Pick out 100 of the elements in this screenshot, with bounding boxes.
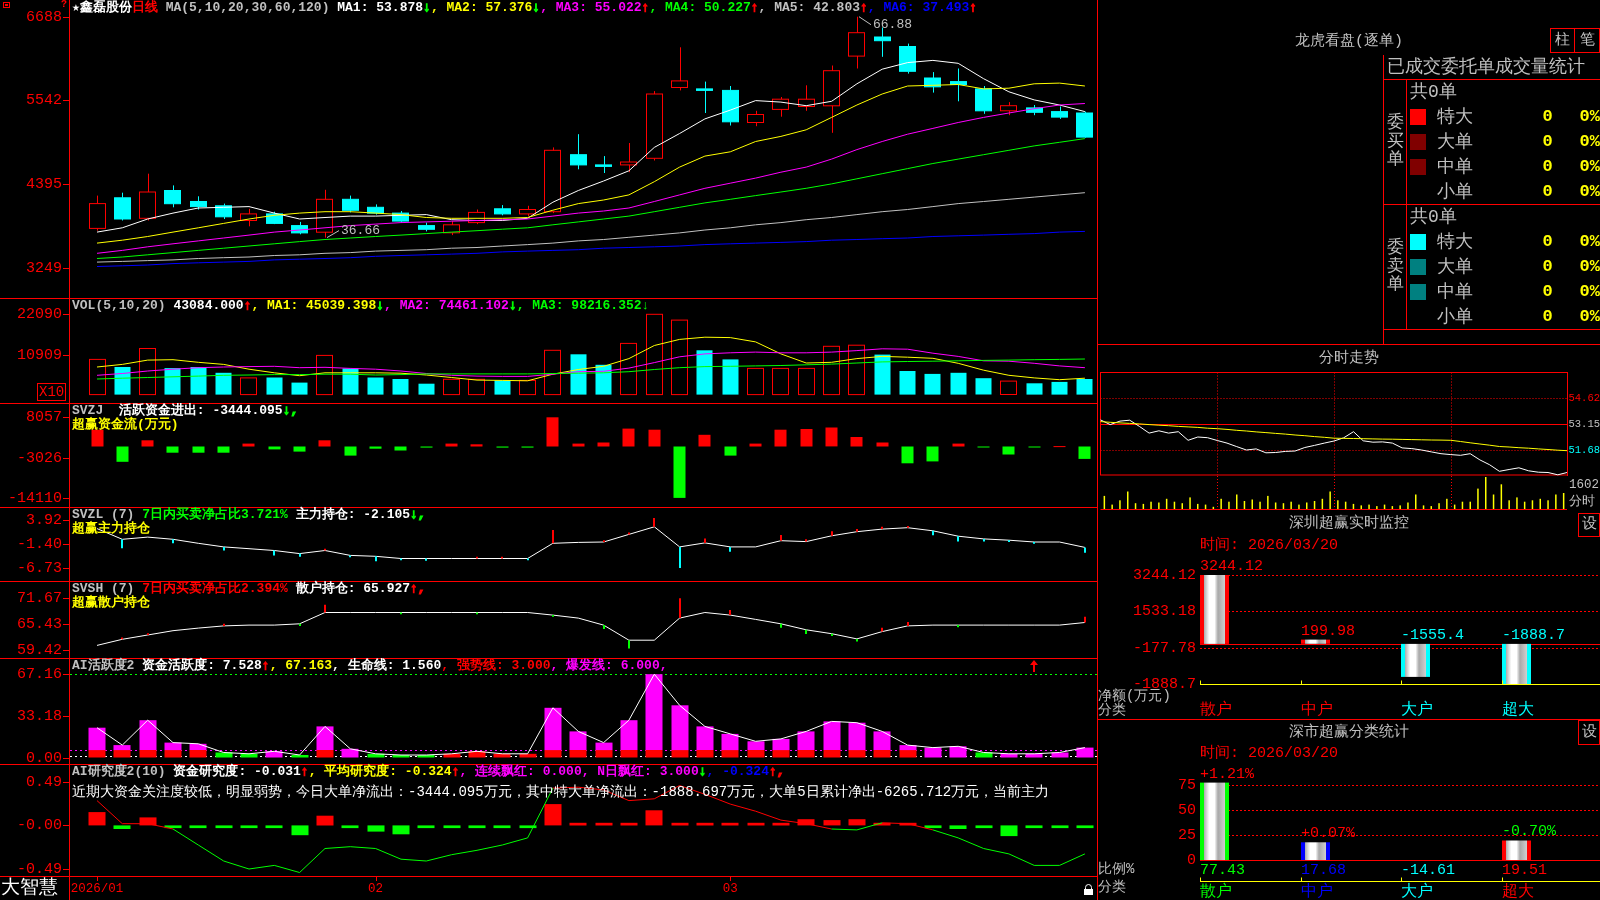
research-bar: [696, 822, 714, 826]
table-title: 已成交委托单成交量统计: [1386, 56, 1585, 78]
activity-bar: [1025, 753, 1043, 758]
change-tick: [831, 530, 833, 537]
square-icon[interactable]: [3, 2, 10, 8]
activity-bar: [367, 753, 385, 758]
candlestick: [975, 85, 992, 115]
category-label: 散户: [1200, 701, 1232, 719]
axis-label: 0: [1187, 852, 1196, 870]
order-total: 共0单: [1409, 206, 1457, 228]
fund-flow-bar: [597, 442, 610, 447]
axis-label: 54.62: [1568, 392, 1600, 405]
settings-button[interactable]: 设: [1578, 720, 1600, 745]
change-tick: [653, 516, 655, 528]
fund-flow-bar: [166, 446, 179, 453]
research-bar: [240, 825, 258, 829]
axis-label: 3.92: [26, 512, 62, 530]
fund-flow-bar: [116, 446, 129, 462]
chart-subtitle: 时间: 2026/03/20: [1200, 745, 1339, 762]
axis-label: 59.42: [17, 642, 62, 659]
candlestick: [570, 133, 587, 170]
research-bar: [139, 817, 157, 826]
change-tick: [273, 549, 275, 557]
change-tick: [628, 531, 630, 536]
change-tick: [501, 555, 503, 560]
research-bar: [747, 822, 765, 826]
change-tick: [957, 535, 959, 543]
research-bar: [873, 822, 891, 826]
order-share: 0%: [1579, 131, 1600, 152]
volume-bar: [1000, 380, 1017, 395]
volume-bar: [468, 378, 485, 396]
activity-bar: [164, 742, 182, 751]
research-bar: [88, 812, 106, 826]
research-bar: [1051, 825, 1069, 829]
fund-flow-bar: [749, 443, 762, 447]
candlestick: [443, 220, 460, 236]
volume-bar: [747, 367, 764, 396]
axis-title: 比例%: [1098, 860, 1135, 877]
volume-bar: [89, 358, 106, 396]
settings-button[interactable]: 设: [1578, 513, 1600, 537]
fund-flow-bar: [724, 446, 737, 456]
axis-label: -14110: [8, 490, 62, 508]
activity-bar: [975, 752, 993, 758]
leader-line: [858, 16, 872, 26]
candlestick: [215, 203, 232, 220]
research-bar: [924, 825, 942, 829]
order-share: 0%: [1579, 106, 1600, 127]
view-toggle-button[interactable]: 柱: [1550, 28, 1575, 53]
brand-label: 大智慧: [1, 878, 58, 899]
volume-bar: [443, 378, 460, 396]
candlestick: [240, 208, 257, 227]
change-tick: [400, 557, 402, 562]
axis-label: 33.18: [17, 708, 62, 726]
volume-bar: [696, 350, 713, 395]
volume-bar: [722, 359, 739, 395]
leader-line: [326, 230, 340, 239]
order-count: 0: [1542, 131, 1553, 152]
candlestick: [798, 84, 815, 112]
change-tick: [299, 622, 301, 627]
change-tick: [881, 626, 883, 633]
value-label: -14.61: [1401, 861, 1455, 879]
change-tick: [172, 538, 174, 545]
candlestick: [494, 204, 511, 216]
axis-title: 分类: [1098, 878, 1126, 895]
order-share: 0%: [1579, 231, 1600, 252]
order-count: 0: [1542, 231, 1553, 252]
axis-label: 3244.12: [1133, 567, 1196, 585]
fund-flow-bar: [901, 446, 914, 464]
change-tick: [805, 538, 807, 543]
value-label: 199.98: [1301, 622, 1355, 640]
activity-bar: [747, 741, 765, 750]
category-label: 大户: [1401, 883, 1433, 900]
activity-bar: [924, 747, 942, 758]
research-bar: [468, 825, 486, 829]
volume-bar: [798, 367, 815, 396]
axis-label: -177.78: [1133, 640, 1196, 658]
candlestick: [646, 90, 663, 161]
value-label: 17.68: [1301, 861, 1346, 879]
research-bar: [569, 822, 587, 826]
category-label: 超大: [1502, 701, 1534, 719]
lock-icon[interactable]: [1084, 884, 1093, 895]
candlestick: [392, 210, 409, 224]
fund-flow-bar: [445, 443, 458, 447]
volume-bar: [215, 372, 232, 395]
candlestick: [620, 142, 637, 173]
research-bar: [291, 825, 309, 836]
change-tick: [907, 621, 909, 627]
change-tick: [881, 525, 883, 531]
volume-bar: [772, 367, 789, 396]
activity-bar: [1000, 753, 1018, 758]
order-size-label: 小单: [1437, 305, 1473, 328]
order-size-label: 大单: [1437, 255, 1473, 278]
axis-label: 50: [1178, 802, 1196, 820]
axis-label: 71.67: [17, 590, 62, 608]
change-tick: [476, 555, 478, 560]
volume-bar: [975, 378, 992, 395]
research-bar: [823, 820, 841, 826]
candlestick: [89, 195, 106, 232]
change-tick: [1084, 546, 1086, 554]
view-toggle-button[interactable]: 笔: [1575, 28, 1600, 53]
